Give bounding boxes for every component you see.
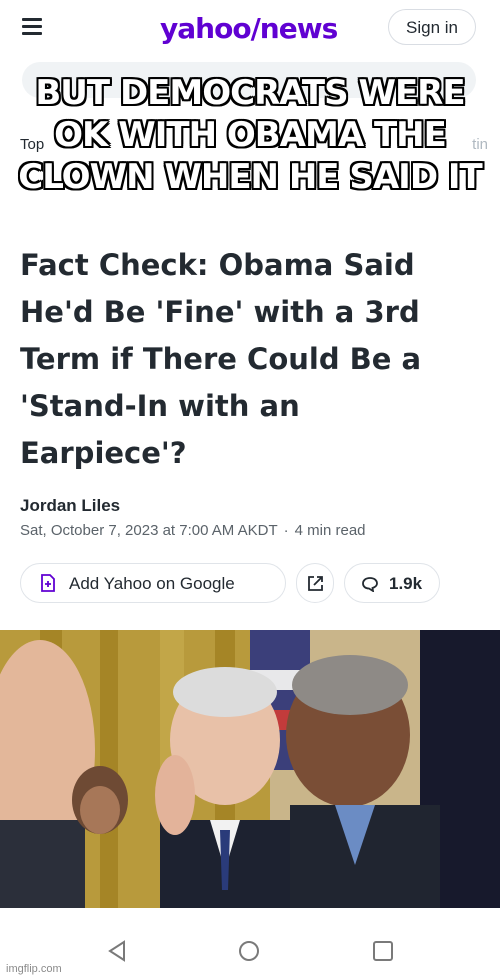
add-yahoo-on-google-button[interactable]: Add Yahoo on Google — [20, 563, 286, 603]
top-bar: yahoo/news Sign in — [0, 0, 500, 60]
meme-line-1: BUT DEMOCRATS WERE — [35, 73, 465, 113]
add-document-icon — [41, 574, 55, 592]
back-icon[interactable] — [106, 940, 128, 962]
meme-line-2: OK WITH OBAMA THE — [54, 115, 447, 155]
read-time: 4 min read — [294, 522, 366, 539]
comment-icon — [362, 577, 378, 592]
headline-line: Earpiece'? — [20, 436, 187, 470]
comments-button[interactable]: 1.9k — [344, 563, 440, 603]
recent-apps-icon[interactable] — [372, 940, 394, 962]
article-photo[interactable] — [0, 630, 500, 908]
headline-line: He'd Be 'Fine' with a 3rd — [20, 295, 420, 329]
sign-in-button[interactable]: Sign in — [388, 9, 476, 45]
author-name[interactable]: Jordan Liles — [20, 496, 120, 516]
yahoo-news-logo[interactable]: yahoo/news — [160, 12, 338, 45]
headline-line: 'Stand-In with an — [20, 389, 300, 423]
share-button[interactable] — [296, 563, 334, 603]
meme-line-3: CLOWN WHEN HE SAID IT — [18, 157, 482, 197]
comments-count: 1.9k — [389, 574, 423, 593]
share-icon — [308, 576, 323, 591]
imgflip-watermark: imgflip.com — [6, 963, 62, 975]
add-google-label: Add Yahoo on Google — [69, 574, 235, 593]
meme-caption: BUT DEMOCRATS WERE OK WITH OBAMA THE CLO… — [0, 72, 500, 198]
headline-line: Fact Check: Obama Said — [20, 248, 415, 282]
article-headline: Fact Check: Obama Said He'd Be 'Fine' wi… — [20, 242, 460, 477]
logo-news: news — [259, 12, 338, 45]
publish-date: Sat, October 7, 2023 at 7:00 AM AKDT — [20, 522, 278, 539]
separator: · — [283, 522, 289, 539]
logo-slash: / — [250, 12, 261, 45]
dateline: Sat, October 7, 2023 at 7:00 AM AKDT · 4 m… — [20, 522, 366, 539]
headline-line: Term if There Could Be a — [20, 342, 422, 376]
home-icon[interactable] — [238, 940, 260, 962]
menu-icon[interactable] — [22, 18, 42, 35]
logo-yahoo: yahoo — [160, 12, 252, 45]
